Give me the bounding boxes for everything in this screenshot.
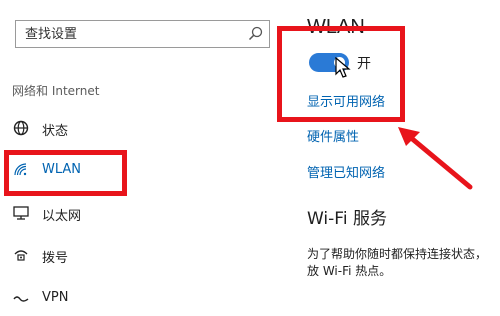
sidebar-item-status[interactable]: 状态 — [0, 110, 270, 146]
globe-icon — [13, 120, 29, 136]
search-box[interactable] — [15, 20, 270, 48]
sidebar-item-label: 状态 — [42, 124, 69, 139]
wifi-services-description: 为了帮助你随时都保持连接状态， 放 Wi-Fi 热点。 — [307, 246, 497, 280]
sidebar-item-ethernet[interactable]: 以太网 — [0, 195, 270, 231]
sidebar-item-label: 以太网 — [42, 209, 82, 224]
sidebar-item-vpn[interactable]: VPN — [0, 280, 270, 316]
annotation-arrow-icon — [398, 127, 473, 190]
hardware-properties-link[interactable]: 硬件属性 — [307, 126, 359, 145]
highlight-box-toggle — [277, 26, 405, 122]
settings-sidebar: 网络和 Internet 状态 WLAN 以太网 — [0, 0, 283, 305]
search-icon[interactable] — [247, 25, 265, 43]
description-line: 为了帮助你随时都保持连接状态， — [307, 247, 488, 261]
ethernet-icon — [13, 206, 29, 220]
wifi-services-heading: Wi-Fi 服务 — [307, 209, 387, 229]
description-line: 放 Wi-Fi 热点。 — [307, 264, 392, 278]
sidebar-item-dialup[interactable]: 拨号 — [0, 237, 270, 273]
dialup-icon — [14, 250, 28, 261]
manage-known-networks-link[interactable]: 管理已知网络 — [307, 162, 385, 181]
sidebar-item-label: VPN — [42, 290, 69, 305]
section-title: 网络和 Internet — [12, 84, 100, 98]
search-input[interactable] — [16, 21, 236, 47]
highlight-box-wlan — [4, 150, 127, 196]
vpn-icon — [13, 296, 29, 302]
sidebar-item-label: 拨号 — [42, 251, 69, 266]
